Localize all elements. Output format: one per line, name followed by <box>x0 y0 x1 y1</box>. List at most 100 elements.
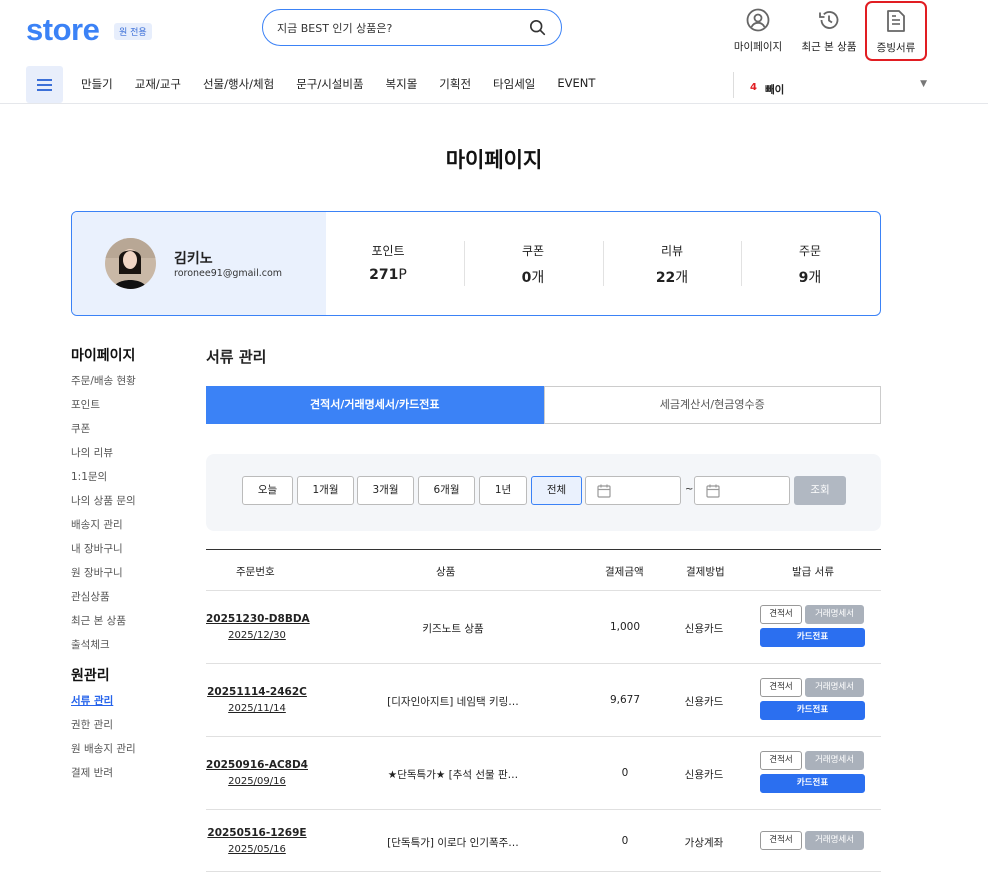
sidebar-item-org-cart[interactable]: 원 장바구니 <box>71 561 191 585</box>
sidebar-item-coupons[interactable]: 쿠폰 <box>71 417 191 441</box>
statement-button[interactable]: 거래명세서 <box>805 751 864 770</box>
recent-products-link[interactable]: 최근 본 상품 <box>794 8 864 54</box>
stat-orders[interactable]: 주문 9개 <box>741 242 879 287</box>
section-title: 서류 관리 <box>206 348 267 366</box>
logo-badge: 원 전용 <box>114 23 152 40</box>
card-receipt-button[interactable]: 카드전표 <box>760 774 865 793</box>
stat-unit: 개 <box>675 270 689 286</box>
payment-method: 신용카드 <box>684 623 724 635</box>
col-documents: 발급 서류 <box>792 566 834 578</box>
sidebar-item-product-inquiry[interactable]: 나의 상품 문의 <box>71 489 191 513</box>
product-name: 키즈노트 상품 <box>422 623 484 635</box>
order-date[interactable]: 2025/11/14 <box>206 703 308 714</box>
search-bar <box>262 9 562 46</box>
col-amount: 결제금액 <box>605 566 644 578</box>
table-row: 20250916-AC8D4 2025/09/16 ★단독특가★ [추석 선물 판… <box>206 737 881 810</box>
table-row: 20251114-2462C 2025/11/14 [디자인아지트] 네임택 키링… <box>206 664 881 737</box>
sidebar-item-documents[interactable]: 서류 관리 <box>71 689 191 713</box>
stat-coupons[interactable]: 쿠폰 0개 <box>464 242 602 287</box>
sidebar-item-payment-rejected[interactable]: 결제 반려 <box>71 761 191 785</box>
nav-item[interactable]: 기획전 <box>439 76 471 92</box>
sidebar-item-my-cart[interactable]: 내 장바구니 <box>71 537 191 561</box>
order-date[interactable]: 2025/09/16 <box>206 776 308 787</box>
filter-6month-button[interactable]: 6개월 <box>418 476 475 505</box>
product-name: [디자인아지트] 네임택 키링… <box>387 696 519 708</box>
document-icon <box>887 10 905 32</box>
sidebar-item-orders[interactable]: 주문/배송 현황 <box>71 369 191 393</box>
stat-label: 쿠폰 <box>521 244 545 258</box>
filter-1year-button[interactable]: 1년 <box>479 476 527 505</box>
chevron-down-icon[interactable]: ▼ <box>920 79 927 89</box>
stat-points[interactable]: 포인트 271P <box>319 242 457 283</box>
documents-table: 주문번호 상품 결제금액 결제방법 발급 서류 20251230-D8BDA 20… <box>206 549 881 872</box>
popular-search-ticker[interactable]: 4 빼이 ▼ <box>733 72 933 98</box>
order-number-link[interactable]: 20250516-1269E <box>206 827 308 839</box>
nav-item[interactable]: 복지몰 <box>386 76 418 92</box>
estimate-button[interactable]: 견적서 <box>760 751 802 770</box>
estimate-button[interactable]: 견적서 <box>760 831 802 850</box>
main-nav: 만들기 교재/교구 선물/행사/체험 문구/시설비품 복지몰 기획전 타임세일 … <box>0 64 988 104</box>
end-date-field[interactable] <box>694 476 790 505</box>
sidebar-item-address[interactable]: 배송지 관리 <box>71 513 191 537</box>
stat-value: 22 <box>655 270 676 286</box>
payment-method: 가상계좌 <box>684 837 724 849</box>
tab-estimate-statement-card[interactable]: 견적서/거래명세서/카드전표 <box>206 386 544 424</box>
filter-today-button[interactable]: 오늘 <box>242 476 293 505</box>
estimate-button[interactable]: 견적서 <box>760 605 802 624</box>
order-date[interactable]: 2025/12/30 <box>206 630 308 641</box>
filter-1month-button[interactable]: 1개월 <box>297 476 354 505</box>
nav-item[interactable]: 문구/시설비품 <box>296 76 363 92</box>
start-date-field[interactable] <box>585 476 681 505</box>
search-icon[interactable] <box>529 19 547 37</box>
col-order-no: 주문번호 <box>236 566 275 578</box>
order-number-link[interactable]: 20251230-D8BDA <box>206 613 310 625</box>
stat-value: 9 <box>798 270 809 286</box>
nav-item[interactable]: 교재/교구 <box>135 76 181 92</box>
order-date[interactable]: 2025/05/16 <box>206 844 308 855</box>
stat-label: 주문 <box>798 244 822 258</box>
hamburger-menu-button[interactable] <box>26 66 63 103</box>
sidebar-item-recent[interactable]: 최근 본 상품 <box>71 609 191 633</box>
sidebar-item-org-address[interactable]: 원 배송지 관리 <box>71 737 191 761</box>
stat-value: 0 <box>521 270 532 286</box>
stat-reviews[interactable]: 리뷰 22개 <box>603 242 741 287</box>
search-input[interactable] <box>277 19 517 37</box>
profile-name: 김키노 <box>174 251 213 267</box>
card-receipt-button[interactable]: 카드전표 <box>760 628 865 647</box>
card-receipt-button[interactable]: 카드전표 <box>760 701 865 720</box>
documents-label: 증빙서류 <box>876 42 916 54</box>
sidebar-item-attendance[interactable]: 출석체크 <box>71 633 191 657</box>
nav-item[interactable]: 선물/행사/체험 <box>203 76 274 92</box>
filter-all-button[interactable]: 전체 <box>531 476 582 505</box>
mypage-link[interactable]: 마이페이지 <box>723 8 793 54</box>
nav-item[interactable]: 만들기 <box>81 76 113 92</box>
col-payment: 결제방법 <box>686 566 725 578</box>
statement-button[interactable]: 거래명세서 <box>805 678 864 697</box>
sidebar-heading-org: 원관리 <box>71 668 110 684</box>
sidebar-item-wishlist[interactable]: 관심상품 <box>71 585 191 609</box>
tab-tax-invoice-receipt[interactable]: 세금계산서/현금영수증 <box>543 386 881 424</box>
stat-value: 271 <box>369 267 399 283</box>
nav-item[interactable]: 타임세일 <box>493 76 535 92</box>
payment-method: 신용카드 <box>684 696 724 708</box>
statement-button[interactable]: 거래명세서 <box>805 605 864 624</box>
nav-item[interactable]: EVENT <box>557 76 595 92</box>
sidebar-item-points[interactable]: 포인트 <box>71 393 191 417</box>
estimate-button[interactable]: 견적서 <box>760 678 802 697</box>
store-logo[interactable]: store <box>26 12 100 48</box>
calendar-icon <box>706 484 720 498</box>
hamburger-icon <box>37 79 52 81</box>
sidebar-item-reviews[interactable]: 나의 리뷰 <box>71 441 191 465</box>
query-button[interactable]: 조회 <box>794 476 846 505</box>
documents-link[interactable]: 증빙서류 <box>865 1 927 61</box>
stat-label: 리뷰 <box>660 244 684 258</box>
statement-button[interactable]: 거래명세서 <box>805 831 864 850</box>
sidebar-item-permissions[interactable]: 권한 관리 <box>71 713 191 737</box>
calendar-icon <box>597 484 611 498</box>
sidebar-item-inquiry[interactable]: 1:1문의 <box>71 465 191 489</box>
table-row: 20251230-D8BDA 2025/12/30 키즈노트 상품 1,000 신… <box>206 591 881 664</box>
order-number-link[interactable]: 20250916-AC8D4 <box>206 759 308 771</box>
profile-info: 김키노 roronee91@gmail.com <box>72 212 326 315</box>
filter-3month-button[interactable]: 3개월 <box>357 476 414 505</box>
order-number-link[interactable]: 20251114-2462C <box>206 686 308 698</box>
